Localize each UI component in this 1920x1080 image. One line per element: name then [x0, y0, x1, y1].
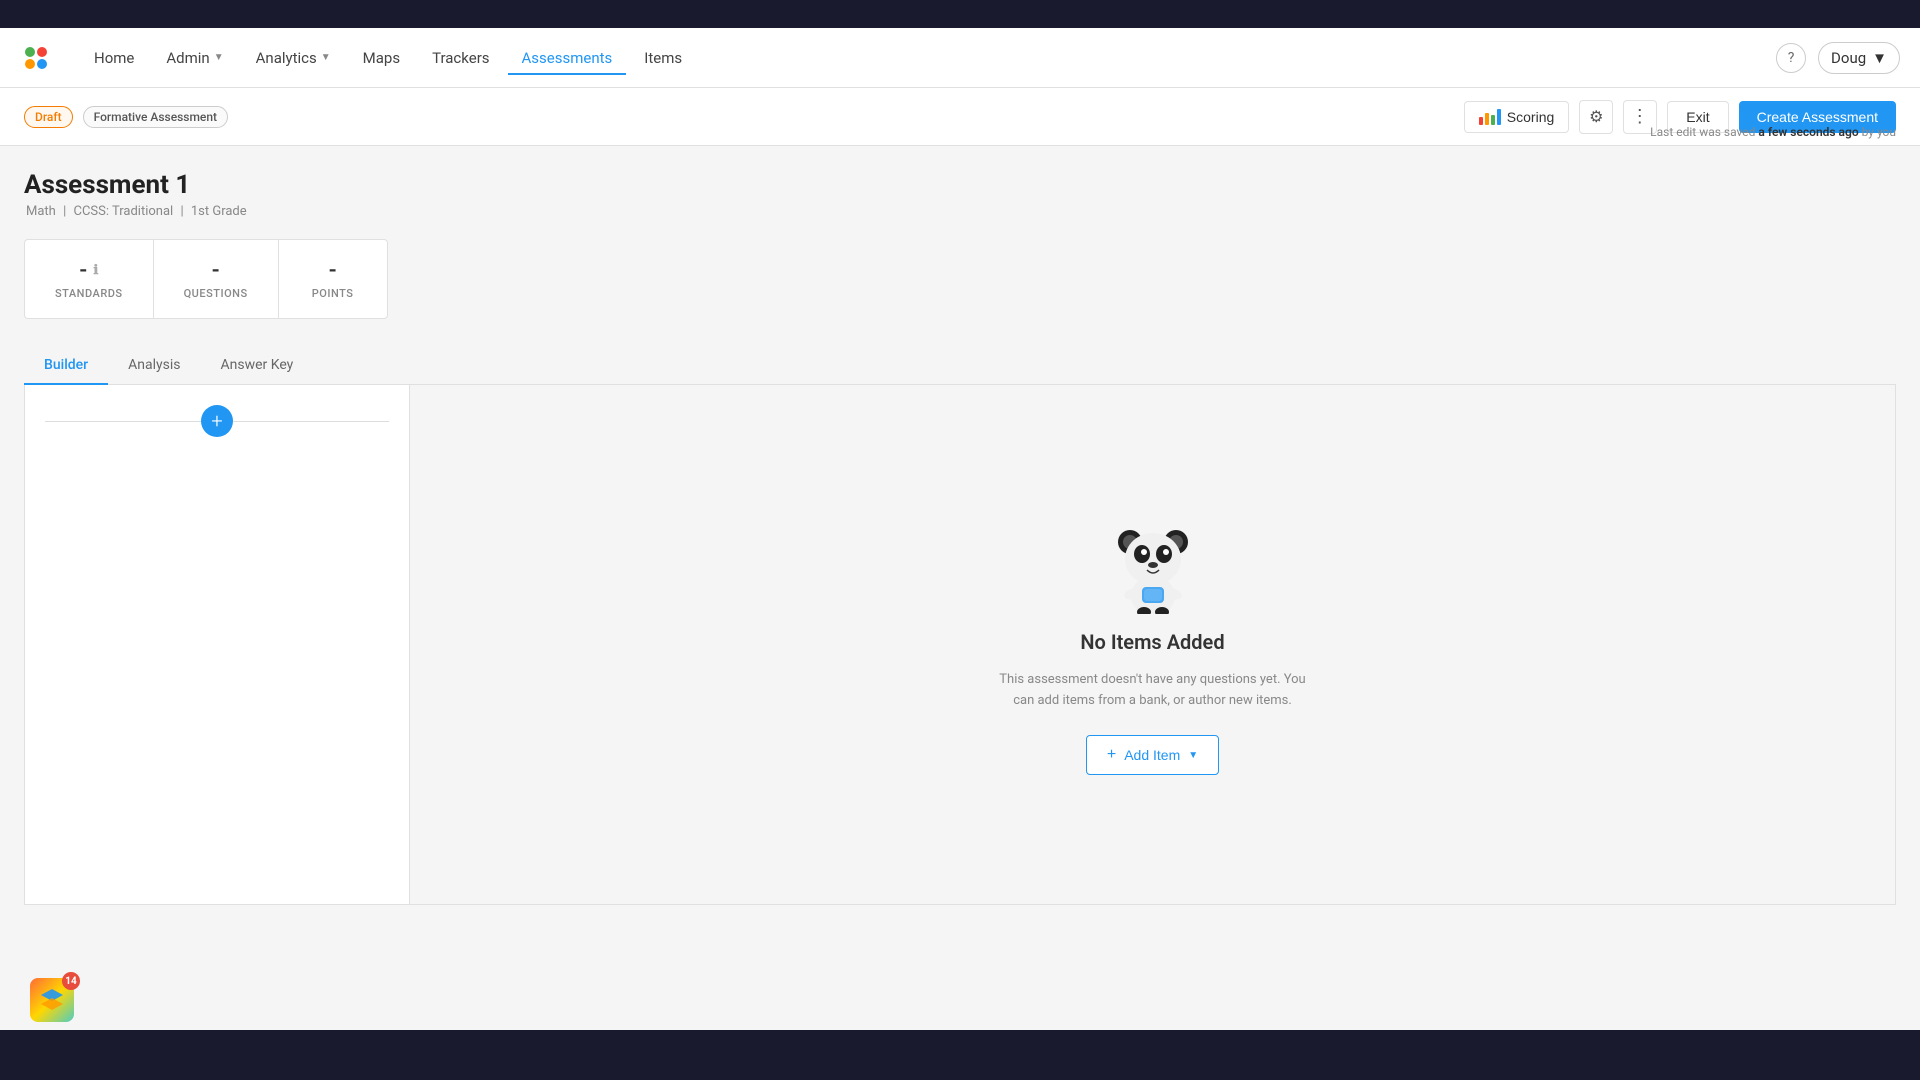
tabs: Builder Analysis Answer Key [24, 347, 1896, 385]
floating-badge-count: 14 [62, 972, 80, 990]
scoring-button[interactable]: Scoring [1464, 101, 1569, 133]
logo[interactable] [20, 42, 52, 74]
scoring-chart-icon [1479, 109, 1501, 125]
floating-badge-inner: 14 [30, 978, 74, 1022]
stats-row: - ℹ STANDARDS - QUESTIONS - POINTS [24, 239, 1896, 319]
tab-analysis[interactable]: Analysis [108, 347, 200, 385]
add-icon: + [1107, 746, 1116, 764]
formative-badge: Formative Assessment [83, 106, 228, 128]
admin-chevron-icon: ▼ [214, 52, 224, 63]
floating-badge[interactable]: 14 [30, 978, 82, 1030]
builder-area: + [24, 385, 1896, 905]
subheader: Draft Formative Assessment Scoring ⚙ ⋮ E… [0, 88, 1920, 146]
assessment-title: Assessment 1 [24, 170, 1896, 200]
standards-info-icon[interactable]: ℹ [93, 263, 98, 278]
nav-items[interactable]: Items [630, 41, 696, 75]
navbar: Home Admin ▼ Analytics ▼ Maps Trackers A… [0, 28, 1920, 88]
nav-items: Home Admin ▼ Analytics ▼ Maps Trackers A… [80, 41, 1776, 75]
questions-stat: - QUESTIONS [153, 239, 278, 319]
add-section-button[interactable]: + [201, 405, 233, 437]
panda-illustration [1108, 514, 1198, 614]
analytics-chevron-icon: ▼ [321, 52, 331, 63]
user-name: Doug [1831, 49, 1866, 67]
last-saved-text: Last edit was saved a few seconds ago by… [1650, 125, 1896, 139]
draft-badge: Draft [24, 106, 73, 128]
tab-builder[interactable]: Builder [24, 347, 108, 385]
points-stat: - POINTS [278, 239, 388, 319]
add-item-chevron-icon: ▼ [1188, 750, 1198, 761]
user-menu-button[interactable]: Doug ▼ [1818, 42, 1900, 74]
nav-admin[interactable]: Admin ▼ [152, 41, 237, 75]
nav-trackers[interactable]: Trackers [418, 41, 503, 75]
nav-assessments[interactable]: Assessments [508, 41, 627, 75]
builder-main: No Items Added This assessment doesn't h… [410, 385, 1895, 904]
bottom-bar [0, 1030, 1920, 1080]
nav-analytics[interactable]: Analytics ▼ [242, 41, 345, 75]
standards-stat: - ℹ STANDARDS [24, 239, 153, 319]
no-items-description: This assessment doesn't have any questio… [993, 670, 1313, 712]
builder-sidebar: + [25, 385, 410, 904]
main-content: Assessment 1 Math | CCSS: Traditional | … [0, 146, 1920, 1030]
line-left [45, 421, 201, 422]
user-chevron-icon: ▼ [1872, 49, 1887, 67]
assessment-meta: Math | CCSS: Traditional | 1st Grade [24, 204, 1896, 219]
no-items-title: No Items Added [1080, 630, 1224, 654]
nav-maps[interactable]: Maps [349, 41, 414, 75]
nav-right: ? Doug ▼ [1776, 42, 1900, 74]
add-section-line: + [45, 405, 389, 437]
add-item-button[interactable]: + Add Item ▼ [1086, 735, 1219, 775]
empty-state: No Items Added This assessment doesn't h… [993, 514, 1313, 776]
tab-answer-key[interactable]: Answer Key [200, 347, 313, 385]
nav-home[interactable]: Home [80, 41, 148, 75]
layers-icon [39, 987, 65, 1013]
help-button[interactable]: ? [1776, 43, 1806, 73]
line-right [233, 421, 389, 422]
top-bar [0, 0, 1920, 28]
settings-button[interactable]: ⚙ [1579, 100, 1613, 134]
